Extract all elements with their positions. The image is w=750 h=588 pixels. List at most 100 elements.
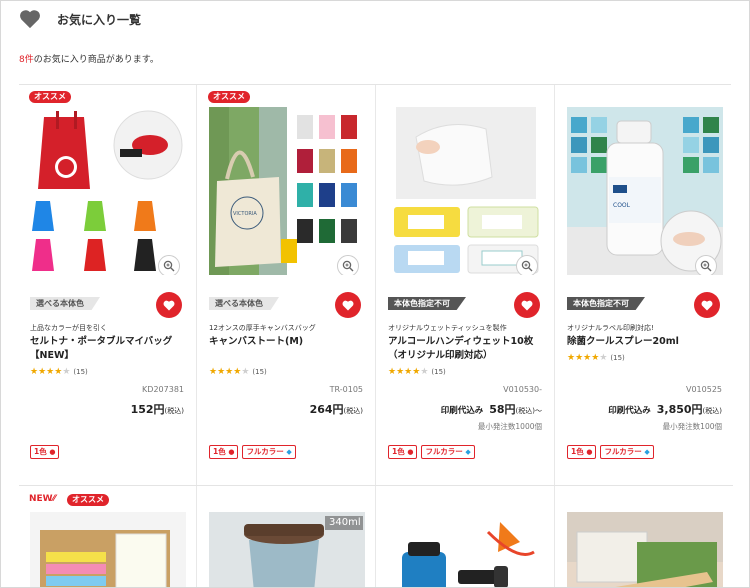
tax-label: (税込) — [702, 407, 722, 415]
product-image[interactable]: VICTORIA — [209, 107, 365, 275]
new-badge: NEW⁄⁄ — [29, 494, 56, 504]
star-icons: ★★★★★ — [567, 353, 607, 363]
product-code: V010525 — [685, 385, 722, 394]
rating-stars: ★★★★★ (15) — [30, 367, 88, 377]
favorites-page: お気に入り一覧 8件のお気に入り商品があります。 オススメ 選べる本体色 上品な… — [0, 0, 750, 588]
heart-icon — [342, 300, 354, 310]
print-tags: 1色 ● — [30, 445, 60, 459]
product-subtitle: 上品なカラーが目を引く — [30, 324, 107, 332]
heart-icon — [163, 300, 175, 310]
recommend-badge: オススメ — [67, 494, 109, 506]
product-subtitle: オリジナルラベル印刷対応! — [567, 324, 654, 332]
star-icon: ★ — [388, 367, 397, 377]
price-value: 58円 — [489, 403, 516, 416]
star-icons: ★★★★★ — [209, 367, 249, 377]
star-icon: ★ — [209, 367, 218, 377]
product-name[interactable]: セルトナ・ポータブルマイバッグ【NEW】 — [30, 335, 190, 363]
full-color-tag: フルカラー ◆ — [600, 445, 654, 459]
rating-stars: ★★★★★ (15) — [567, 353, 625, 363]
min-order-qty: 最小発注数100個 — [662, 422, 722, 431]
tax-label: (税込) — [164, 407, 184, 415]
star-icons: ★★★★★ — [30, 367, 70, 377]
product-name[interactable]: 除菌クールスプレー20ml — [567, 335, 727, 349]
price-prefix: 印刷代込み — [440, 406, 484, 416]
zoom-icon[interactable] — [695, 255, 717, 275]
product-card[interactable]: VICTORIA オススメ 選べる本体色 12オンスの厚手キャンバスバッグ キャ… — [198, 85, 376, 485]
one-color-tag: 1色 ● — [567, 445, 597, 459]
tax-label: (税込) — [343, 407, 363, 415]
product-card[interactable]: NEW⁄⁄ オススメ — [19, 486, 197, 587]
star-icon: ★ — [62, 367, 71, 377]
product-image[interactable]: 340ml — [209, 512, 365, 587]
star-icon: ★ — [241, 367, 250, 377]
favorites-count: 8件のお気に入り商品があります。 — [19, 52, 159, 65]
product-code: V010530- — [503, 385, 542, 394]
heart-icon — [20, 10, 40, 29]
zoom-icon[interactable] — [516, 255, 538, 275]
product-card[interactable]: 340ml — [198, 486, 376, 587]
product-code: KD207381 — [142, 385, 184, 394]
star-icon: ★ — [567, 353, 576, 363]
price-value: 152円 — [130, 403, 165, 416]
product-price: 印刷代込み 3,850円(税込) — [608, 401, 722, 417]
svg-text:COOL: COOL — [613, 202, 631, 209]
star-icons: ★★★★★ — [388, 367, 428, 377]
product-subtitle: 12オンスの厚手キャンバスバッグ — [209, 324, 316, 332]
one-color-tag: 1色 ● — [388, 445, 418, 459]
favorites-count-number: 8件 — [19, 55, 34, 65]
product-card[interactable]: オススメ 選べる本体色 上品なカラーが目を引く セルトナ・ポータブルマイバッグ【… — [19, 85, 197, 485]
rating-count: (15) — [610, 354, 625, 362]
rating-stars: ★★★★★ (15) — [388, 367, 446, 377]
product-image[interactable]: COOL — [567, 107, 723, 275]
product-image[interactable] — [30, 512, 186, 587]
color-option-tag: 本体色指定不可 — [567, 297, 645, 310]
svg-text:VICTORIA: VICTORIA — [233, 211, 257, 217]
page-header: お気に入り一覧 — [19, 9, 141, 29]
min-order-qty: 最小発注数1000個 — [477, 422, 542, 431]
product-price: 印刷代込み 58円(税込)〜 — [441, 401, 542, 417]
product-image[interactable] — [30, 107, 186, 275]
product-name[interactable]: アルコールハンディウェット10枚（オリジナル印刷対応） — [388, 335, 548, 363]
one-color-tag: 1色 ● — [30, 445, 60, 459]
product-price: 152円(税込) — [131, 401, 184, 417]
favorite-button[interactable] — [514, 292, 540, 318]
zoom-icon[interactable] — [337, 255, 359, 275]
product-code: TR-0105 — [329, 385, 363, 394]
recommend-badge: オススメ — [208, 91, 250, 103]
product-card[interactable] — [377, 486, 555, 587]
star-icon: ★ — [420, 367, 429, 377]
favorite-button[interactable] — [335, 292, 361, 318]
product-image[interactable] — [567, 512, 723, 587]
favorite-button[interactable] — [694, 292, 720, 318]
favorites-count-text: のお気に入り商品があります。 — [33, 55, 159, 65]
tax-label: (税込)〜 — [515, 407, 542, 415]
heart-icon — [521, 300, 533, 310]
rating-stars: ★★★★★ (15) — [209, 367, 267, 377]
full-color-tag: フルカラー ◆ — [242, 445, 296, 459]
product-name[interactable]: キャンバストート(M) — [209, 335, 369, 349]
size-label: 340ml — [329, 517, 361, 528]
product-image[interactable] — [388, 512, 544, 587]
product-subtitle: オリジナルウェットティッシュを製作 — [388, 324, 507, 332]
recommend-badge: オススメ — [29, 91, 71, 103]
product-card[interactable]: COOL 本体色指定不可 オリジナルラベル印刷対応! 除菌クールスプレー20ml… — [556, 85, 734, 485]
color-option-tag: 選べる本体色 — [30, 297, 100, 310]
star-icon: ★ — [575, 353, 584, 363]
product-image[interactable] — [388, 107, 544, 275]
zoom-icon[interactable] — [158, 255, 180, 275]
color-option-tag: 選べる本体色 — [209, 297, 279, 310]
color-option-tag: 本体色指定不可 — [388, 297, 466, 310]
star-icon: ★ — [38, 367, 47, 377]
price-value: 3,850円 — [656, 403, 703, 416]
price-value: 264円 — [309, 403, 344, 416]
rating-count: (15) — [73, 368, 88, 376]
full-color-tag: フルカラー ◆ — [421, 445, 475, 459]
star-icon: ★ — [30, 367, 39, 377]
print-tags: 1色 ● フルカラー ◆ — [388, 445, 475, 459]
rating-count: (15) — [431, 368, 446, 376]
favorite-button[interactable] — [156, 292, 182, 318]
rating-count: (15) — [252, 368, 267, 376]
star-icon: ★ — [217, 367, 226, 377]
product-card[interactable]: 本体色指定不可 オリジナルウェットティッシュを製作 アルコールハンディウェット1… — [377, 85, 555, 485]
product-card[interactable] — [556, 486, 734, 587]
